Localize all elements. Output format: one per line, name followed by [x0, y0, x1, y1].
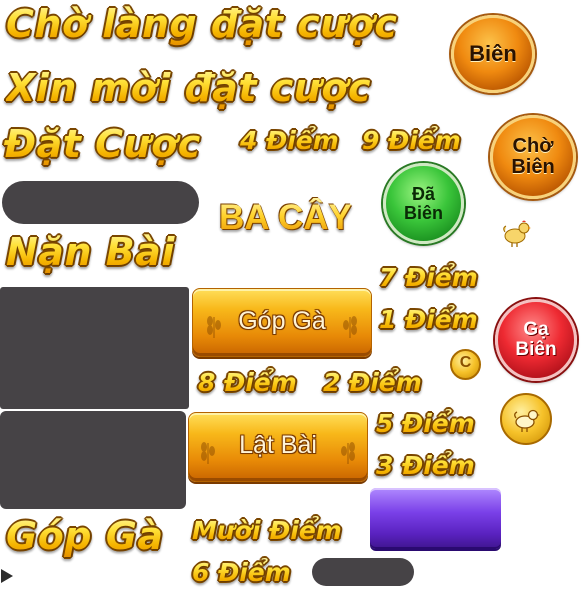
waiting-dealer-bet-text: Chờ làng đặt cược [6, 2, 398, 46]
bien-badge-label: Biên [469, 41, 517, 67]
squeeze-cards-text: Nặn Bài [6, 230, 175, 274]
gop-ga-button[interactable]: Góp Gà [192, 288, 372, 357]
pot-contribution-text: Góp Gà [6, 514, 164, 558]
cho-bien-badge[interactable]: Chờ Biên [490, 115, 576, 199]
coin-icon: C [450, 349, 481, 380]
da-bien-badge[interactable]: Đã Biên [383, 163, 464, 244]
points-2-text: 2 Điểm [323, 368, 422, 397]
points-9-text: 9 Điểm [362, 126, 461, 155]
da-bien-line2: Biên [403, 202, 443, 223]
gop-ga-button-label: Góp Gà [238, 307, 326, 335]
ga-bien-line2: Biên [515, 339, 557, 360]
coin-letter: C [459, 354, 472, 371]
da-bien-line1: Đã [411, 183, 435, 204]
grey-small-pill [312, 558, 414, 586]
points-6-text: 6 Điểm [192, 558, 291, 587]
grey-pill-placeholder [2, 181, 199, 224]
please-bet-text: Xin mời đặt cược [6, 66, 372, 110]
points-7-text: 7 Điểm [379, 263, 478, 292]
points-5-text: 5 Điểm [376, 409, 475, 438]
chicken-icon [503, 220, 531, 247]
bien-badge[interactable]: Biên [451, 15, 535, 93]
points-1-text: 1 Điểm [379, 305, 478, 334]
cho-bien-line2: Biên [511, 156, 555, 178]
ga-bien-badge[interactable]: Gạ Biên [495, 299, 577, 381]
points-3-text: 3 Điểm [376, 451, 475, 480]
ga-bien-line1: Gạ [523, 319, 549, 341]
lat-bai-button-label: Lật Bài [239, 431, 317, 459]
chicken-coin-icon[interactable] [500, 393, 552, 445]
grey-card-area-bottom [0, 411, 186, 509]
purple-button[interactable] [370, 488, 501, 549]
lat-bai-button[interactable]: Lật Bài [188, 412, 368, 482]
chicken-icon [514, 409, 540, 432]
points-8-text: 8 Điểm [198, 368, 297, 397]
points-10-text: Mười Điểm [192, 516, 342, 545]
play-arrow-icon[interactable] [0, 568, 14, 584]
points-4-text: 4 Điểm [240, 126, 339, 155]
ba-cay-title: BA CÂY [219, 198, 352, 237]
place-bet-text: Đặt Cược [4, 122, 201, 166]
cho-bien-line1: Chờ [512, 135, 554, 157]
grey-card-area-top [0, 287, 189, 409]
